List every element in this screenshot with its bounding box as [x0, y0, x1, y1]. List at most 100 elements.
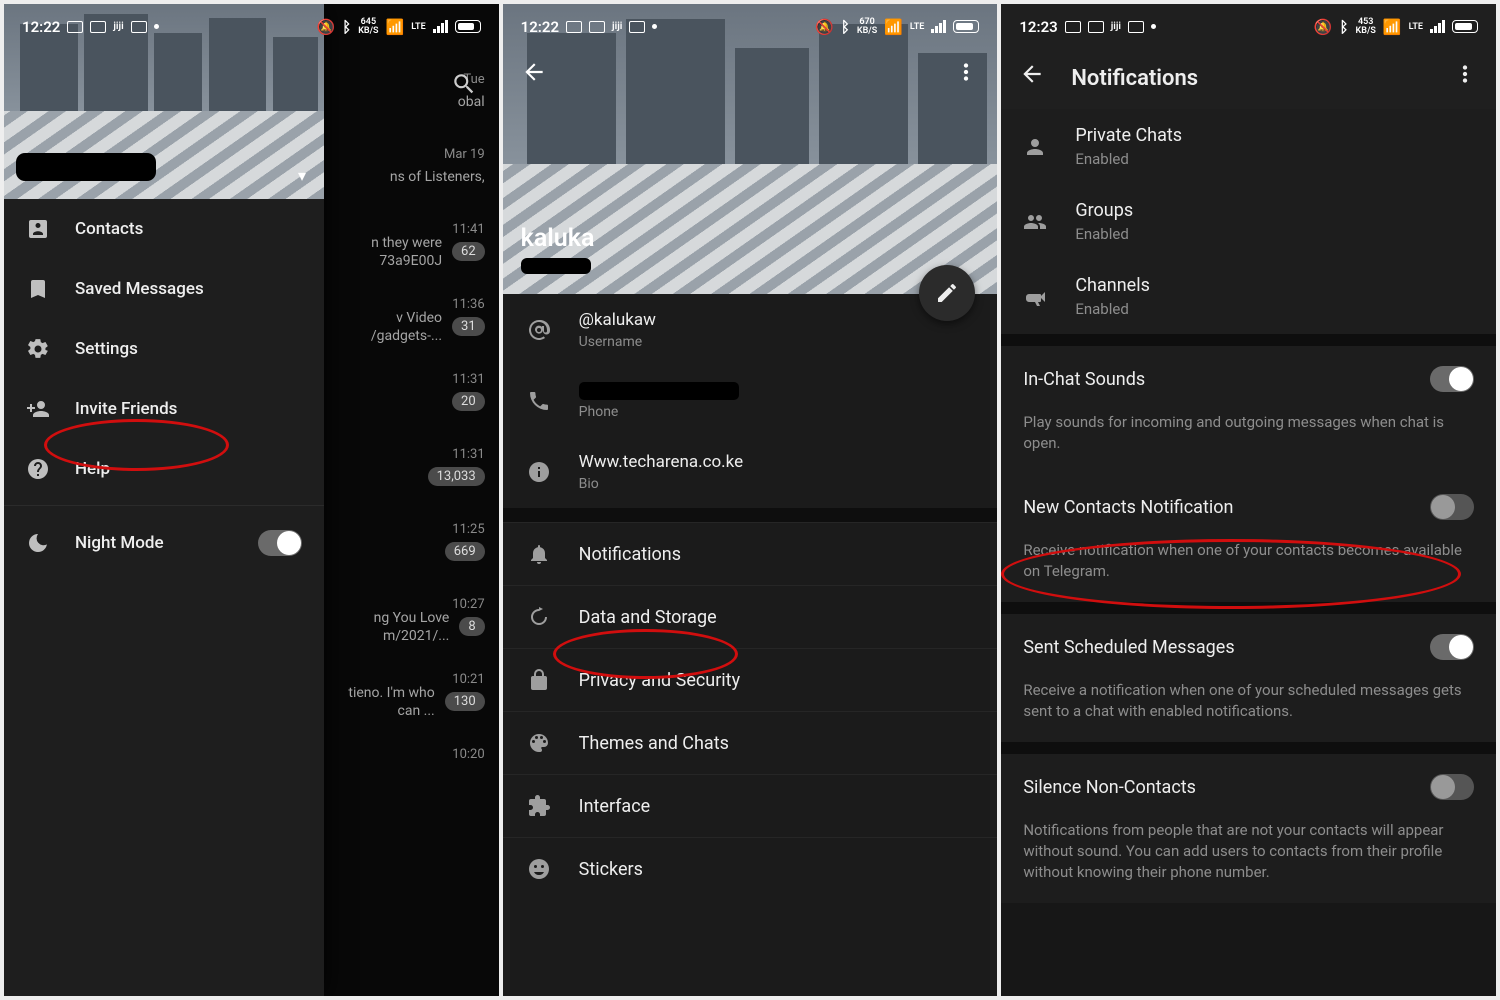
battery-icon: [455, 20, 481, 33]
data-rate: 453KB/S: [1356, 18, 1376, 36]
drawer-label: Invite Friends: [75, 399, 177, 419]
item-title: Private Chats: [1075, 125, 1182, 146]
notif-groups[interactable]: GroupsEnabled: [1001, 184, 1496, 259]
chat-row[interactable]: 11:41n they were 73a9E00J62: [324, 214, 499, 289]
status-time: 12:23: [1019, 18, 1057, 36]
new-contacts-toggle[interactable]: [1430, 494, 1474, 520]
settings-label: Privacy and Security: [579, 670, 740, 691]
notif-channels[interactable]: ChannelsEnabled: [1001, 259, 1496, 334]
chat-row[interactable]: 11:3113,033: [324, 439, 499, 514]
moon-icon: [26, 531, 50, 555]
battery-icon: [953, 20, 979, 33]
chat-row[interactable]: Mar 19ns of Listeners,: [324, 139, 499, 214]
group-icon: [1023, 210, 1047, 234]
silence-toggle[interactable]: [1430, 774, 1474, 800]
chat-row[interactable]: 10:27ng You Love m/2021/...8: [324, 589, 499, 664]
app-icon: [629, 21, 645, 33]
wifi-icon: 📶: [386, 18, 405, 36]
settings-item-notifications[interactable]: Notifications: [503, 522, 998, 585]
back-button[interactable]: [521, 59, 547, 89]
section-separator: [1001, 602, 1496, 614]
new-contacts-row[interactable]: New Contacts Notification: [1001, 474, 1496, 540]
item-title: Channels: [1075, 275, 1150, 296]
drawer-item-invite[interactable]: Invite Friends: [4, 379, 324, 439]
network-label: LTE: [1409, 22, 1423, 32]
inchat-sounds-row[interactable]: In-Chat Sounds: [1001, 346, 1496, 412]
expand-icon[interactable]: ▾: [298, 166, 306, 185]
unread-badge: 8: [459, 617, 484, 636]
chat-snippet: v Video /gadgets-...: [324, 309, 442, 345]
scheduled-toggle[interactable]: [1430, 634, 1474, 660]
silence-row[interactable]: Silence Non-Contacts: [1001, 754, 1496, 820]
notif-private-chats[interactable]: Private ChatsEnabled: [1001, 109, 1496, 184]
scheduled-row[interactable]: Sent Scheduled Messages: [1001, 614, 1496, 680]
notif-dot-icon: [154, 24, 159, 29]
drawer-item-settings[interactable]: Settings: [4, 319, 324, 379]
status-time: 12:22: [22, 18, 60, 36]
status-bar: 12:23 jiji 🔕 ᛒ 453KB/S 📶 LTE: [1001, 4, 1496, 49]
chat-time: 10:20: [452, 747, 484, 762]
signal-icon: [1430, 20, 1445, 33]
phone-row[interactable]: Phone: [503, 366, 998, 436]
drawer-item-help[interactable]: Help: [4, 439, 324, 499]
settings-item-privacy[interactable]: Privacy and Security: [503, 648, 998, 711]
more-button[interactable]: [953, 59, 979, 89]
settings-item-data[interactable]: Data and Storage: [503, 585, 998, 648]
bio-row[interactable]: Www.techarena.co.keBio: [503, 436, 998, 508]
youtube-icon: [1088, 21, 1104, 33]
settings-label: Data and Storage: [579, 607, 717, 628]
drawer-item-contacts[interactable]: Contacts: [4, 199, 324, 259]
settings-label: Stickers: [579, 859, 643, 880]
section-separator: [503, 508, 998, 522]
phone-icon: [527, 389, 551, 413]
chat-time: 11:31: [452, 372, 484, 387]
redacted-status: [521, 258, 591, 274]
bell-icon: [527, 542, 551, 566]
unread-badge: 669: [445, 542, 485, 561]
chat-row[interactable]: 11:25 669: [324, 514, 499, 589]
cast-icon: [67, 21, 83, 33]
night-mode-toggle[interactable]: [258, 530, 302, 556]
contacts-icon: [26, 217, 50, 241]
chat-time: 11:25: [452, 522, 484, 537]
settings-item-interface[interactable]: Interface: [503, 774, 998, 837]
network-label: LTE: [910, 22, 924, 32]
add-person-icon: [26, 397, 50, 421]
chat-row[interactable]: 10:21tieno. I'm who can ...130: [324, 664, 499, 739]
settings-label: Interface: [579, 796, 651, 817]
search-button[interactable]: [444, 64, 484, 104]
app-icon: [1128, 21, 1144, 33]
chat-list-dimmed: TueobalMar 19ns of Listeners,11:41n they…: [324, 4, 499, 996]
section-separator: [1001, 334, 1496, 346]
item-subtitle: Enabled: [1075, 225, 1133, 243]
cast-icon: [1065, 21, 1081, 33]
notif-dot-icon: [652, 24, 657, 29]
redacted-phone: [579, 382, 739, 400]
inchat-sounds-toggle[interactable]: [1430, 366, 1474, 392]
bluetooth-icon: ᛒ: [342, 18, 351, 36]
help-icon: [26, 457, 50, 481]
bio-value: Www.techarena.co.ke: [579, 452, 743, 472]
back-button[interactable]: [1019, 61, 1045, 91]
youtube-icon: [90, 21, 106, 33]
chat-row[interactable]: 10:20: [324, 739, 499, 814]
chat-row[interactable]: 11:3120: [324, 364, 499, 439]
drawer-item-saved[interactable]: Saved Messages: [4, 259, 324, 319]
more-button[interactable]: [1452, 61, 1478, 91]
chat-time: 11:31: [452, 447, 484, 462]
mute-icon: 🔕: [815, 18, 834, 36]
chat-time: Mar 19: [444, 147, 485, 162]
palette-icon: [527, 731, 551, 755]
drawer-label: Contacts: [75, 219, 143, 239]
settings-item-themes[interactable]: Themes and Chats: [503, 711, 998, 774]
settings-item-stickers[interactable]: Stickers: [503, 837, 998, 900]
row-label: Sent Scheduled Messages: [1023, 637, 1234, 658]
edit-fab[interactable]: [919, 265, 975, 321]
notif-dot-icon: [1151, 24, 1156, 29]
drawer-item-night-mode[interactable]: Night Mode: [4, 512, 324, 574]
lock-icon: [527, 668, 551, 692]
screenshot-1-drawer: 12:22 jiji 🔕 ᛒ 645KB/S 📶 LTE ▾: [4, 4, 499, 996]
chat-row[interactable]: 11:36v Video /gadgets-...31: [324, 289, 499, 364]
battery-icon: [1452, 20, 1478, 33]
phone-label: Phone: [579, 404, 739, 420]
